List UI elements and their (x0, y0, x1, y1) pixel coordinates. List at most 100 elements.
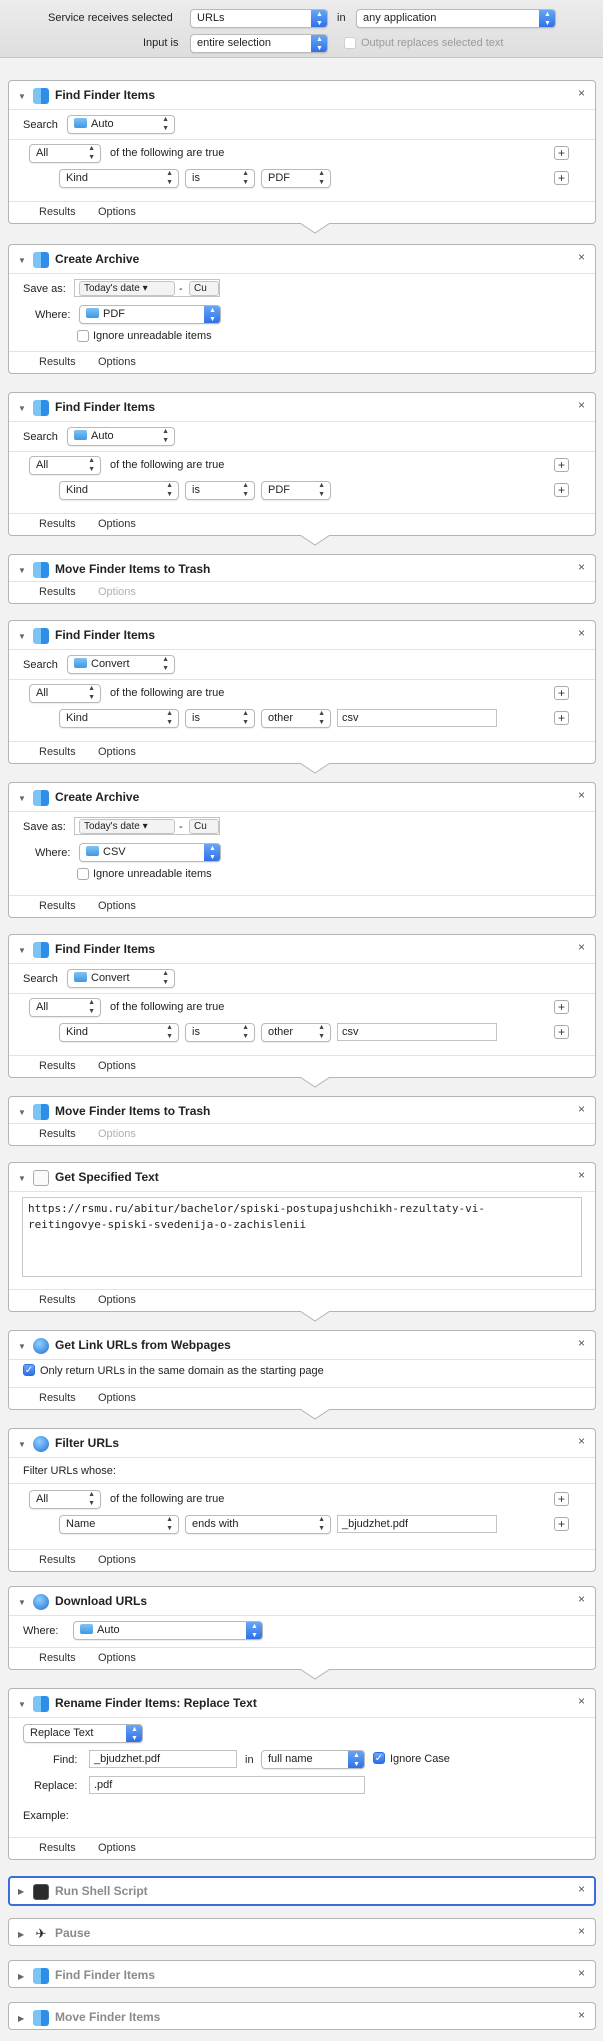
disclosure-triangle-icon[interactable]: ▼ (18, 1342, 26, 1351)
same-domain-checkbox[interactable]: ✓ (23, 1364, 35, 1376)
criteria-operator-popup[interactable]: ends with ▲ ▼ (185, 1515, 331, 1534)
close-icon[interactable]: × (578, 940, 585, 954)
output-replaces-checkbox[interactable] (344, 37, 356, 49)
options-tab[interactable]: Options (98, 1128, 136, 1140)
results-tab[interactable]: Results (39, 746, 76, 758)
action-rename-finder-items[interactable]: ▼ Rename Finder Items: Replace Text × Re… (8, 1688, 596, 1860)
disclosure-triangle-icon[interactable]: ▼ (18, 566, 26, 575)
match-all-popup[interactable]: All ▲ ▼ (29, 684, 101, 703)
close-icon[interactable]: × (578, 1966, 585, 1980)
action-find-finder-items[interactable]: ▼ Find Finder Items × Search Auto ▲ ▼ All ▲… (8, 392, 596, 536)
results-tab[interactable]: Results (39, 1652, 76, 1664)
criteria-value-popup[interactable]: PDF ▲ ▼ (261, 481, 331, 500)
options-tab[interactable]: Options (98, 1842, 136, 1854)
disclosure-triangle-icon[interactable]: ▼ (18, 1440, 26, 1449)
add-criteria-button[interactable]: + (554, 686, 569, 700)
action-get-link-urls[interactable]: ▼ Get Link URLs from Webpages × ✓ Only r… (8, 1330, 596, 1410)
disclosure-triangle-icon[interactable]: ▶ (18, 1972, 24, 1981)
add-criteria-button[interactable]: + (554, 711, 569, 725)
search-location-popup[interactable]: Convert ▲ ▼ (67, 969, 175, 988)
match-all-popup[interactable]: All ▲ ▼ (29, 1490, 101, 1509)
ignore-unreadable-checkbox[interactable] (77, 330, 89, 342)
action-create-archive[interactable]: ▼ Create Archive × Save as: Today's date… (8, 782, 596, 918)
options-tab[interactable]: Options (98, 1060, 136, 1072)
ignore-unreadable-checkbox[interactable] (77, 868, 89, 880)
specified-text-area[interactable]: https://rsmu.ru/abitur/bachelor/spiski-p… (22, 1197, 582, 1277)
options-tab[interactable]: Options (98, 586, 136, 598)
action-download-urls[interactable]: ▼ Download URLs × Where: Auto ▲ ▼ Results O… (8, 1586, 596, 1670)
action-move-to-trash[interactable]: ▼ Move Finder Items to Trash × Results Op… (8, 1096, 596, 1146)
close-icon[interactable]: × (578, 626, 585, 640)
input-is-popup[interactable]: entire selection ▲ ▼ (190, 34, 328, 53)
results-tab[interactable]: Results (39, 1392, 76, 1404)
match-all-popup[interactable]: All ▲ ▼ (29, 456, 101, 475)
results-tab[interactable]: Results (39, 1128, 76, 1140)
action-move-to-trash[interactable]: ▼ Move Finder Items to Trash × Results Op… (8, 554, 596, 604)
extension-field[interactable]: csv (337, 1023, 497, 1041)
action-run-shell-script[interactable]: ▶ Run Shell Script × (8, 1876, 596, 1906)
criteria-attribute-popup[interactable]: Kind ▲ ▼ (59, 1023, 179, 1042)
options-tab[interactable]: Options (98, 518, 136, 530)
close-icon[interactable]: × (578, 250, 585, 264)
disclosure-triangle-icon[interactable]: ▶ (18, 1930, 24, 1939)
close-icon[interactable]: × (578, 1694, 585, 1708)
disclosure-triangle-icon[interactable]: ▼ (18, 1700, 26, 1709)
action-create-archive[interactable]: ▼ Create Archive × Save as: Today's date… (8, 244, 596, 374)
filter-value-field[interactable]: _bjudzhet.pdf (337, 1515, 497, 1533)
results-tab[interactable]: Results (39, 900, 76, 912)
action-find-finder-items[interactable]: ▼ Find Finder Items × Search Convert ▲ ▼ A… (8, 934, 596, 1078)
options-tab[interactable]: Options (98, 1554, 136, 1566)
disclosure-triangle-icon[interactable]: ▼ (18, 632, 26, 641)
options-tab[interactable]: Options (98, 1392, 136, 1404)
criteria-attribute-popup[interactable]: Kind ▲ ▼ (59, 709, 179, 728)
find-field[interactable]: _bjudzhet.pdf (89, 1750, 237, 1768)
criteria-value-popup[interactable]: PDF ▲ ▼ (261, 169, 331, 188)
criteria-operator-popup[interactable]: is ▲ ▼ (185, 169, 255, 188)
close-icon[interactable]: × (578, 1434, 585, 1448)
criteria-attribute-popup[interactable]: Kind ▲ ▼ (59, 169, 179, 188)
add-criteria-button[interactable]: + (554, 1000, 569, 1014)
custom-token[interactable]: Cu (189, 819, 219, 834)
options-tab[interactable]: Options (98, 206, 136, 218)
options-tab[interactable]: Options (98, 746, 136, 758)
disclosure-triangle-icon[interactable]: ▼ (18, 946, 26, 955)
criteria-operator-popup[interactable]: is ▲ ▼ (185, 709, 255, 728)
action-get-specified-text[interactable]: ▼ Get Specified Text × https://rsmu.ru/a… (8, 1162, 596, 1312)
close-icon[interactable]: × (578, 1336, 585, 1350)
results-tab[interactable]: Results (39, 1554, 76, 1566)
todays-date-token[interactable]: Today's date ▾ (79, 281, 175, 296)
close-icon[interactable]: × (578, 398, 585, 412)
search-location-popup[interactable]: Auto ▲ ▼ (67, 427, 175, 446)
add-criteria-button[interactable]: + (554, 483, 569, 497)
disclosure-triangle-icon[interactable]: ▼ (18, 256, 26, 265)
todays-date-token[interactable]: Today's date ▾ (79, 819, 175, 834)
criteria-operator-popup[interactable]: is ▲ ▼ (185, 481, 255, 500)
action-filter-urls[interactable]: ▼ Filter URLs × Filter URLs whose: All ▲ ▼… (8, 1428, 596, 1572)
extension-field[interactable]: csv (337, 709, 497, 727)
disclosure-triangle-icon[interactable]: ▶ (18, 2014, 24, 2023)
add-criteria-button[interactable]: + (554, 171, 569, 185)
where-popup[interactable]: CSV ▲ ▼ (79, 843, 221, 862)
disclosure-triangle-icon[interactable]: ▼ (18, 92, 26, 101)
save-as-field[interactable]: Today's date ▾ - Cu (74, 817, 220, 835)
disclosure-triangle-icon[interactable]: ▼ (18, 1108, 26, 1117)
criteria-operator-popup[interactable]: is ▲ ▼ (185, 1023, 255, 1042)
search-location-popup[interactable]: Convert ▲ ▼ (67, 655, 175, 674)
options-tab[interactable]: Options (98, 1294, 136, 1306)
match-all-popup[interactable]: All ▲ ▼ (29, 998, 101, 1017)
disclosure-triangle-icon[interactable]: ▼ (18, 794, 26, 803)
results-tab[interactable]: Results (39, 206, 76, 218)
replace-field[interactable]: .pdf (89, 1776, 365, 1794)
match-scope-popup[interactable]: full name ▲ ▼ (261, 1750, 365, 1769)
close-icon[interactable]: × (578, 1882, 585, 1896)
action-move-finder-items[interactable]: ▶ Move Finder Items × (8, 2002, 596, 2030)
close-icon[interactable]: × (578, 86, 585, 100)
add-criteria-button[interactable]: + (554, 1025, 569, 1039)
criteria-value-popup[interactable]: other ▲ ▼ (261, 1023, 331, 1042)
results-tab[interactable]: Results (39, 586, 76, 598)
criteria-attribute-popup[interactable]: Kind ▲ ▼ (59, 481, 179, 500)
disclosure-triangle-icon[interactable]: ▼ (18, 1598, 26, 1607)
criteria-value-popup[interactable]: other ▲ ▼ (261, 709, 331, 728)
close-icon[interactable]: × (578, 2008, 585, 2022)
custom-token[interactable]: Cu (189, 281, 219, 296)
